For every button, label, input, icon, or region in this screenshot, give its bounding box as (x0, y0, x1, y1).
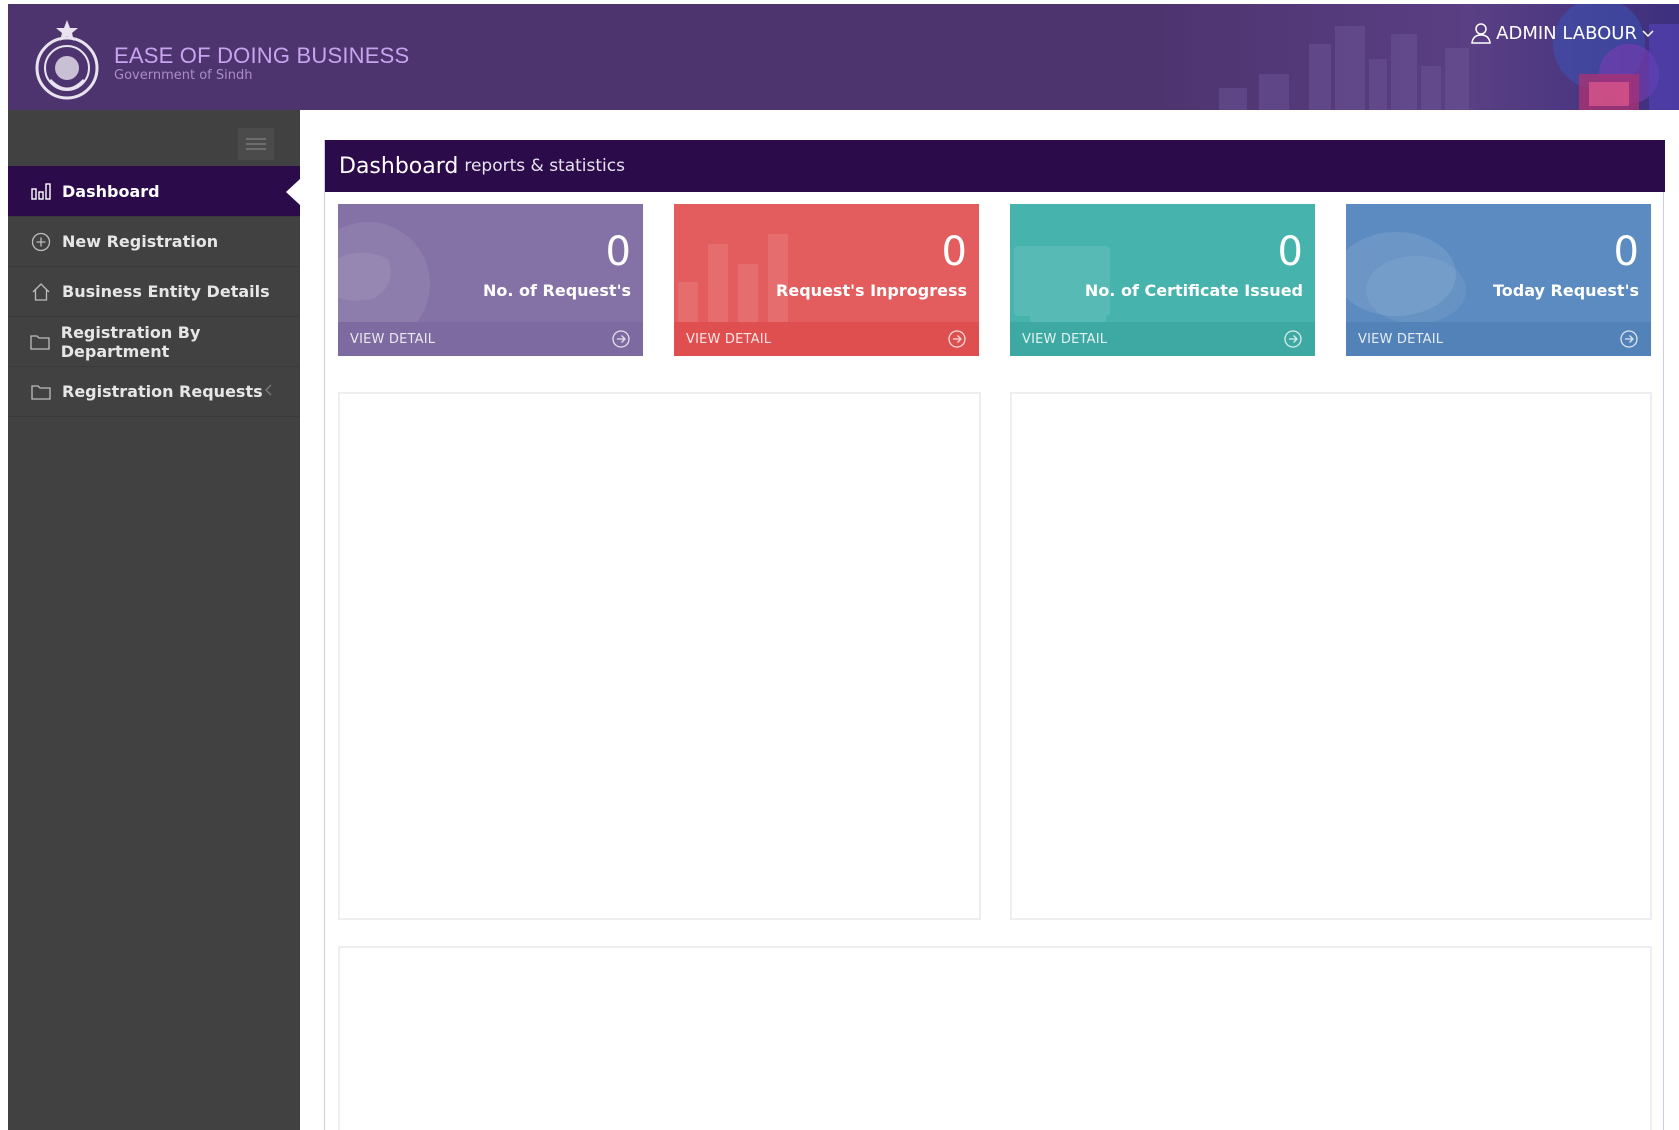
chevron-left-icon (265, 384, 272, 396)
sidebar-item-new-registration[interactable]: New Registration (8, 217, 300, 267)
stat-value: 0 (941, 229, 967, 275)
app-title: EASE OF DOING BUSINESS (114, 43, 410, 68)
view-detail-link[interactable]: VIEW DETAIL (674, 322, 979, 356)
app-frame: EASE OF DOING BUSINESS Government of Sin… (8, 4, 1679, 1130)
chart-container-bottom (338, 946, 1652, 1130)
app-subtitle: Government of Sindh (114, 68, 253, 83)
sidebar-item-label: Registration Requests (62, 382, 263, 401)
sidebar-nav: Dashboard New Registration Business Enti… (8, 166, 300, 417)
view-detail-label: VIEW DETAIL (1358, 331, 1444, 347)
plus-circle-icon (30, 231, 52, 253)
sidebar-item-business-entity-details[interactable]: Business Entity Details (8, 267, 300, 317)
stat-label: Today Request's (1493, 281, 1639, 300)
sidebar-toggle-button[interactable] (238, 128, 274, 160)
bar-chart-icon (30, 180, 52, 202)
view-detail-link[interactable]: VIEW DETAIL (338, 322, 643, 356)
stats-row: 0 No. of Request's VIEW DETAIL 0 Request… (338, 204, 1652, 356)
sidebar-item-dashboard[interactable]: Dashboard (8, 166, 300, 217)
sidebar-item-label: Business Entity Details (62, 282, 270, 301)
government-seal-logo (35, 20, 99, 100)
arrow-circle-right-icon (612, 330, 630, 348)
top-header: EASE OF DOING BUSINESS Government of Sin… (8, 4, 1679, 110)
hamburger-icon (246, 138, 266, 140)
panel-header: Dashboard reports & statistics (325, 140, 1665, 192)
sidebar: Dashboard New Registration Business Enti… (8, 110, 300, 1130)
stat-label: No. of Request's (482, 281, 631, 300)
folder-icon (30, 331, 51, 353)
view-detail-link[interactable]: VIEW DETAIL (1346, 322, 1651, 356)
home-icon (30, 281, 52, 303)
dashboard-panel: Dashboard reports & statistics 0 No. of … (324, 140, 1665, 1130)
view-detail-label: VIEW DETAIL (686, 331, 772, 347)
sidebar-item-label: Registration By Department (60, 322, 201, 361)
arrow-circle-right-icon (1284, 330, 1302, 348)
sidebar-item-registration-by-department[interactable]: Registration By Department (8, 317, 300, 367)
stat-card-requests[interactable]: 0 No. of Request's VIEW DETAIL (338, 204, 643, 356)
stat-card-certificates[interactable]: 0 No. of Certificate Issued VIEW DETAIL (1010, 204, 1315, 356)
sidebar-item-label: Dashboard (62, 181, 160, 201)
view-detail-label: VIEW DETAIL (350, 331, 436, 347)
chart-container-right (1010, 392, 1652, 920)
user-name: ADMIN LABOUR (1496, 22, 1637, 44)
stat-card-inprogress[interactable]: 0 Request's Inprogress VIEW DETAIL (674, 204, 979, 356)
sidebar-item-registration-requests[interactable]: Registration Requests (8, 367, 300, 417)
view-detail-label: VIEW DETAIL (1022, 331, 1108, 347)
stat-label: Request's Inprogress (776, 281, 967, 300)
folder-icon (30, 381, 52, 403)
stat-card-today[interactable]: 0 Today Request's VIEW DETAIL (1346, 204, 1651, 356)
page-title: Dashboard (339, 153, 459, 179)
stat-label: No. of Certificate Issued (1084, 281, 1303, 300)
chart-container-left (338, 392, 981, 920)
sidebar-item-label: New Registration (62, 232, 219, 251)
arrow-circle-right-icon (948, 330, 966, 348)
chevron-down-icon (1642, 30, 1654, 38)
stat-value: 0 (1277, 229, 1303, 275)
city-skyline-graphic (1159, 4, 1679, 110)
user-icon (1471, 23, 1492, 44)
arrow-circle-right-icon (1620, 330, 1638, 348)
stat-value: 0 (1613, 229, 1639, 275)
user-menu[interactable]: ADMIN LABOUR (1470, 22, 1655, 44)
view-detail-link[interactable]: VIEW DETAIL (1010, 322, 1315, 356)
page-subtitle: reports & statistics (464, 156, 625, 176)
stat-value: 0 (605, 229, 631, 275)
